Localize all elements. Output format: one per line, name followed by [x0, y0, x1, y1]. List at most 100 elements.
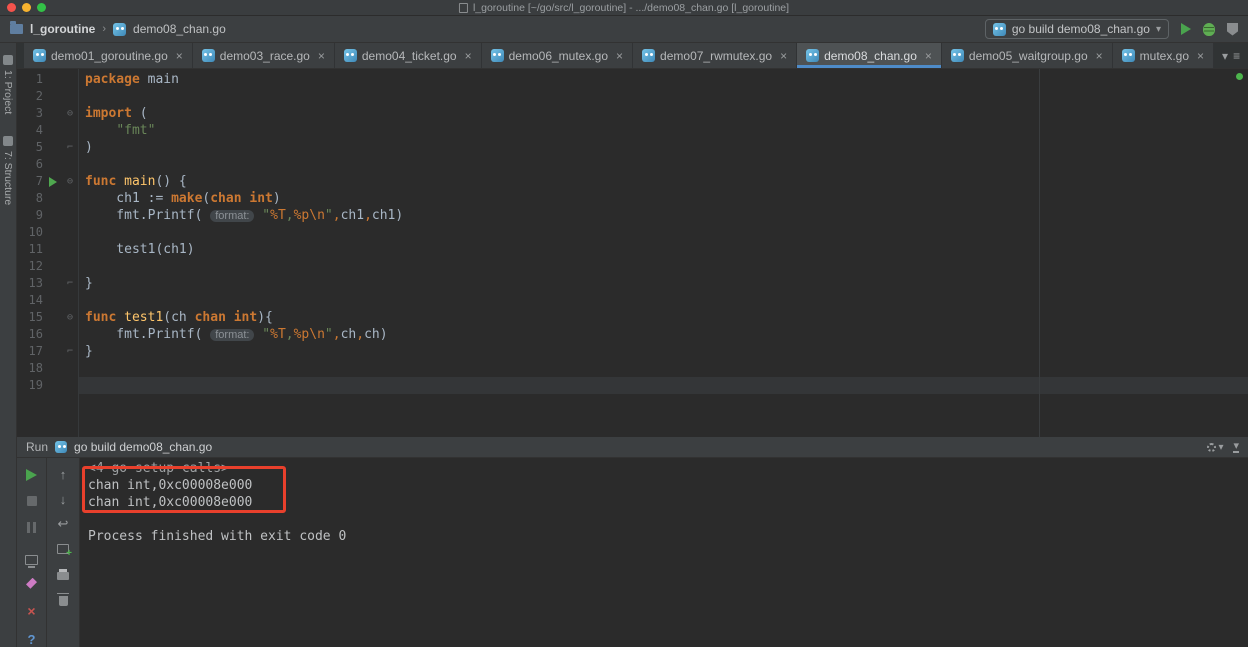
tab-close-icon[interactable]: ×	[1096, 49, 1103, 63]
help-button[interactable]: ?	[24, 632, 40, 647]
code-line-19[interactable]	[79, 377, 1248, 394]
gutter-row-17: 17 ⌐	[21, 343, 78, 360]
rerun-button[interactable]	[24, 468, 40, 482]
line-number[interactable]: 4	[21, 122, 43, 139]
fold-end-icon[interactable]: ⌐	[63, 275, 77, 292]
debug-button[interactable]	[1203, 23, 1215, 36]
code-editor[interactable]: 123⊖45⌐67⊖8910111213⌐1415⊖1617⌐1819 pack…	[17, 69, 1248, 437]
code-line-2[interactable]	[79, 88, 1248, 105]
tab-close-icon[interactable]: ×	[925, 49, 932, 63]
tab-close-icon[interactable]: ×	[780, 49, 787, 63]
tab-demo03_race.go[interactable]: demo03_race.go×	[193, 43, 335, 68]
tool-stripe-button-1-project[interactable]: 1: Project	[2, 55, 14, 114]
code-line-8[interactable]: ch1 := make(chan int)	[79, 190, 1248, 207]
inspection-status-indicator[interactable]	[1236, 73, 1243, 80]
tab-mutex.go[interactable]: mutex.go×	[1113, 43, 1214, 68]
line-number[interactable]: 14	[21, 292, 43, 309]
line-number[interactable]: 9	[21, 207, 43, 224]
code-line-10[interactable]	[79, 224, 1248, 241]
up-stack-trace-button[interactable]: ↑	[55, 466, 71, 482]
line-number[interactable]: 19	[21, 377, 43, 394]
hide-panel-button[interactable]: ▾	[1233, 442, 1239, 453]
edit-configurations-button[interactable]	[24, 577, 40, 591]
line-number[interactable]: 1	[21, 71, 43, 88]
run-console[interactable]: <4 go setup calls>chan int,0xc00008e000c…	[80, 458, 1248, 647]
minimize-window-button[interactable]	[22, 3, 31, 12]
run-with-coverage-button[interactable]	[1227, 23, 1238, 36]
editor-code-area[interactable]: package main import ( "fmt") func main() {…	[79, 69, 1248, 437]
code-line-3[interactable]: import (	[79, 105, 1248, 122]
console-line-5: Process finished with exit code 0	[88, 528, 1248, 545]
code-line-18[interactable]	[79, 360, 1248, 377]
editor-gutter[interactable]: 123⊖45⌐67⊖8910111213⌐1415⊖1617⌐1819	[17, 69, 79, 437]
tab-demo06_mutex.go[interactable]: demo06_mutex.go×	[482, 43, 633, 68]
chevron-down-icon[interactable]: ▾	[1222, 49, 1228, 63]
run-button[interactable]	[1181, 23, 1191, 35]
tool-stripe-button-7-structure[interactable]: 7: Structure	[2, 136, 14, 205]
fold-end-icon[interactable]: ⌐	[63, 343, 77, 360]
zoom-window-button[interactable]	[37, 3, 46, 12]
close-panel-button[interactable]: ×	[24, 603, 40, 619]
fold-open-icon[interactable]: ⊖	[63, 105, 77, 122]
code-line-5[interactable]: )	[79, 139, 1248, 156]
code-line-11[interactable]: test1(ch1)	[79, 241, 1248, 258]
line-number[interactable]: 8	[21, 190, 43, 207]
print-button[interactable]	[55, 566, 71, 582]
new-console-button[interactable]	[55, 541, 71, 557]
code-line-13[interactable]: }	[79, 275, 1248, 292]
line-number[interactable]: 3	[21, 105, 43, 122]
fold-open-icon[interactable]: ⊖	[63, 309, 77, 326]
run-configuration-select[interactable]: go build demo08_chan.go ▾	[985, 19, 1169, 39]
code-line-6[interactable]	[79, 156, 1248, 173]
pause-output-button[interactable]	[24, 521, 40, 535]
tab-close-icon[interactable]: ×	[1197, 49, 1204, 63]
code-line-9[interactable]: fmt.Printf( format: "%T,%p\n",ch1,ch1)	[79, 207, 1248, 224]
line-number[interactable]: 18	[21, 360, 43, 377]
code-token-kw: import	[85, 106, 132, 121]
tab-demo01_goroutine.go[interactable]: demo01_goroutine.go×	[24, 43, 193, 68]
hamburger-menu-icon[interactable]: ≡	[1233, 49, 1240, 63]
line-number[interactable]: 17	[21, 343, 43, 360]
line-number[interactable]: 10	[21, 224, 43, 241]
tool-window-icon	[3, 55, 13, 65]
line-number[interactable]: 12	[21, 258, 43, 275]
line-number[interactable]: 7	[21, 173, 43, 190]
code-line-7[interactable]: func main() {	[79, 173, 1248, 190]
tab-close-icon[interactable]: ×	[176, 49, 183, 63]
stop-button[interactable]	[24, 495, 40, 509]
tab-demo05_waitgroup.go[interactable]: demo05_waitgroup.go×	[942, 43, 1113, 68]
tab-demo04_ticket.go[interactable]: demo04_ticket.go×	[335, 43, 482, 68]
down-stack-trace-button[interactable]: ↓	[55, 491, 71, 507]
code-line-1[interactable]: package main	[79, 71, 1248, 88]
code-line-16[interactable]: fmt.Printf( format: "%T,%p\n",ch,ch)	[79, 326, 1248, 343]
restore-layout-button[interactable]	[24, 548, 40, 564]
line-number[interactable]: 5	[21, 139, 43, 156]
console-plus-icon	[57, 544, 69, 554]
tab-demo08_chan.go[interactable]: demo08_chan.go×	[797, 43, 942, 68]
close-window-button[interactable]	[7, 3, 16, 12]
go-file-icon	[113, 23, 126, 36]
line-number[interactable]: 11	[21, 241, 43, 258]
line-number[interactable]: 2	[21, 88, 43, 105]
tab-demo07_rwmutex.go[interactable]: demo07_rwmutex.go×	[633, 43, 797, 68]
settings-gear-button[interactable]: ▾	[1207, 442, 1223, 453]
line-number[interactable]: 16	[21, 326, 43, 343]
tab-close-icon[interactable]: ×	[465, 49, 472, 63]
run-main-icon[interactable]	[49, 177, 57, 187]
code-line-14[interactable]	[79, 292, 1248, 309]
breadcrumb-project[interactable]: l_goroutine	[30, 22, 95, 36]
clear-all-button[interactable]	[55, 591, 71, 607]
code-line-4[interactable]: "fmt"	[79, 122, 1248, 139]
breadcrumb-file[interactable]: demo08_chan.go	[133, 22, 226, 36]
fold-open-icon[interactable]: ⊖	[63, 173, 77, 190]
code-line-17[interactable]: }	[79, 343, 1248, 360]
code-line-15[interactable]: func test1(ch chan int){	[79, 309, 1248, 326]
line-number[interactable]: 6	[21, 156, 43, 173]
soft-wraps-button[interactable]: ↩	[55, 516, 71, 532]
line-number[interactable]: 13	[21, 275, 43, 292]
code-line-12[interactable]	[79, 258, 1248, 275]
tab-close-icon[interactable]: ×	[318, 49, 325, 63]
fold-end-icon[interactable]: ⌐	[63, 139, 77, 156]
line-number[interactable]: 15	[21, 309, 43, 326]
tab-close-icon[interactable]: ×	[616, 49, 623, 63]
